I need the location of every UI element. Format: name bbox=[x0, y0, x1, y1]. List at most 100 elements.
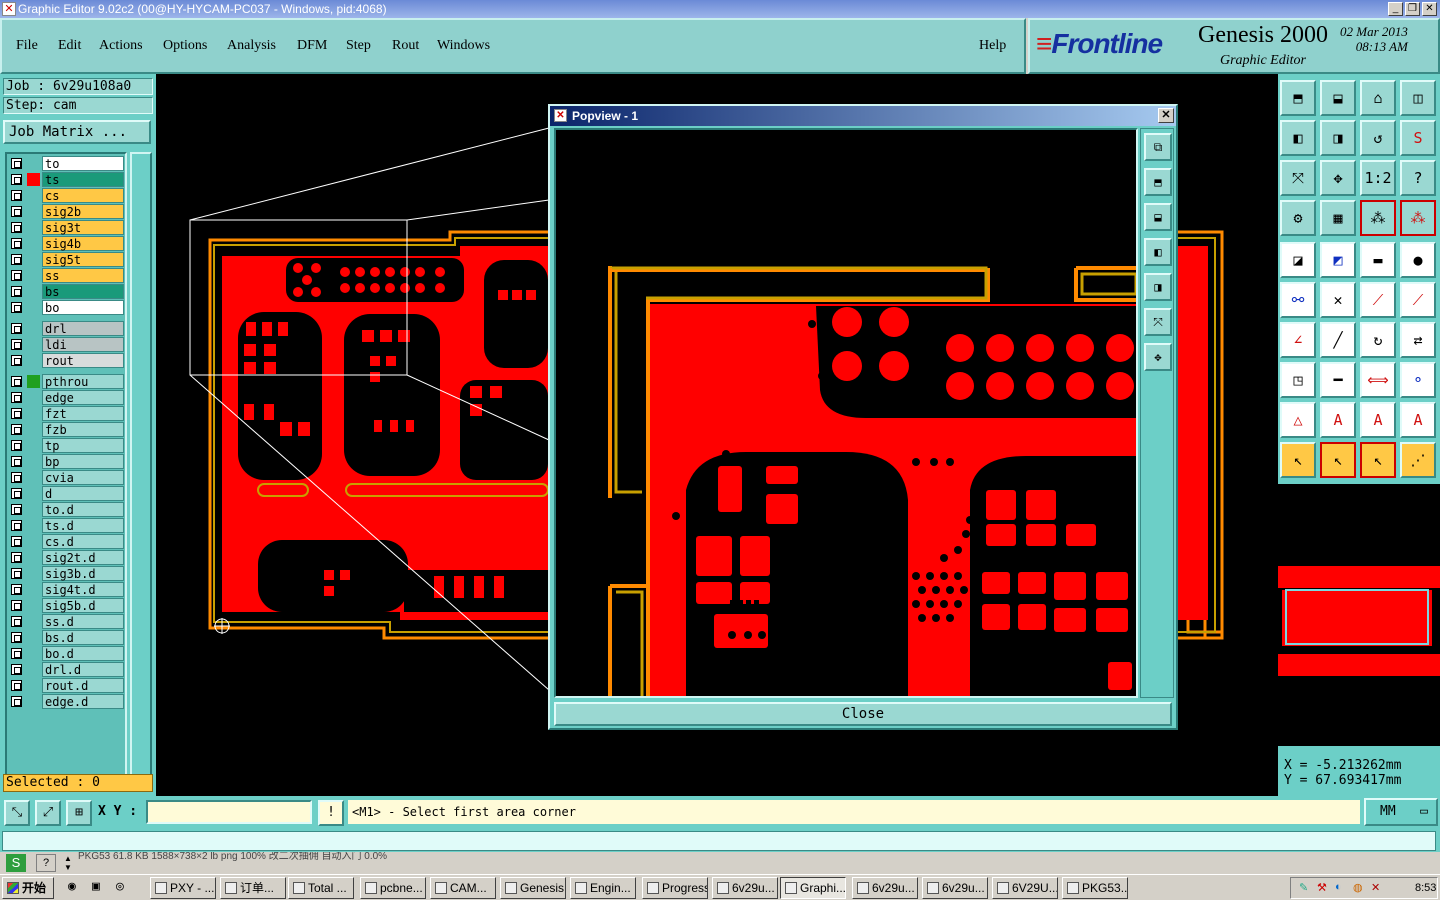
midpoint-icon[interactable]: ━ bbox=[1320, 362, 1356, 398]
layer-checkbox[interactable] bbox=[11, 222, 22, 233]
layer-row-sig3t[interactable]: sig3t bbox=[9, 220, 125, 235]
popview-viewport[interactable] bbox=[554, 128, 1138, 698]
menu-actions[interactable]: Actions bbox=[99, 38, 143, 54]
layer-row-edge[interactable]: edge bbox=[9, 390, 125, 405]
layer-name[interactable]: ldi bbox=[42, 337, 124, 352]
snap-net-red-icon[interactable]: ⁂ bbox=[1400, 200, 1436, 236]
layer-name[interactable]: rout bbox=[42, 353, 124, 368]
layer-checkbox[interactable] bbox=[11, 286, 22, 297]
layer-row-pthrou[interactable]: pthrou bbox=[9, 374, 125, 389]
menu-options[interactable]: Options bbox=[163, 38, 207, 54]
menu-help[interactable]: Help bbox=[979, 38, 1006, 54]
layer-row-fzt[interactable]: fzt bbox=[9, 406, 125, 421]
select-arrow-icon[interactable]: ↖ bbox=[1280, 442, 1316, 478]
layer-checkbox[interactable] bbox=[11, 238, 22, 249]
node-edit-icon[interactable]: ⋰ bbox=[1400, 442, 1436, 478]
task-button[interactable]: Graphi... bbox=[780, 877, 846, 899]
layer-color-swatch[interactable] bbox=[27, 519, 40, 532]
task-button[interactable]: Engin... bbox=[570, 877, 636, 899]
layer-name[interactable]: fzt bbox=[42, 406, 124, 421]
layer-name[interactable]: drl.d bbox=[42, 662, 124, 677]
layer-row-cs-d[interactable]: cs.d bbox=[9, 534, 125, 549]
layer-checkbox[interactable] bbox=[11, 536, 22, 547]
layer-row-cvia[interactable]: cvia bbox=[9, 470, 125, 485]
layer-color-swatch[interactable] bbox=[27, 338, 40, 351]
layer-name[interactable]: bo bbox=[42, 300, 124, 315]
triangle-a-icon[interactable]: △ bbox=[1280, 402, 1316, 438]
layer-checkbox[interactable] bbox=[11, 424, 22, 435]
layer-checkbox[interactable] bbox=[11, 504, 22, 515]
popview-window[interactable]: ✕ Popview - 1 ✕ ⧉ ⬒ ⬓ ◧ ◨ ⤧ ✥ Close bbox=[548, 104, 1178, 730]
menu-edit[interactable]: Edit bbox=[58, 38, 81, 54]
layer-name[interactable]: bs.d bbox=[42, 630, 124, 645]
layer-checkbox[interactable] bbox=[11, 270, 22, 281]
measure-tool-icon[interactable]: ⚙ bbox=[1280, 200, 1316, 236]
layer-color-swatch[interactable] bbox=[27, 471, 40, 484]
layer-color-swatch[interactable] bbox=[27, 599, 40, 612]
select-arrow-box-icon[interactable]: ↖ bbox=[1320, 442, 1356, 478]
layer-row-cs[interactable]: cs bbox=[9, 188, 125, 203]
layer-color-swatch[interactable] bbox=[27, 221, 40, 234]
desktop-icon[interactable]: ▣ bbox=[92, 879, 100, 894]
help-query-small-icon[interactable]: ? bbox=[36, 854, 56, 872]
popview-home-down-icon[interactable]: ⬓ bbox=[1144, 203, 1172, 231]
layer-checkbox[interactable] bbox=[11, 408, 22, 419]
layer-row-bs-d[interactable]: bs.d bbox=[9, 630, 125, 645]
layer-checkbox[interactable] bbox=[11, 584, 22, 595]
menu-rout[interactable]: Rout bbox=[392, 38, 419, 54]
tray-tool-icon[interactable]: ⚒ bbox=[1317, 881, 1327, 894]
zoom-back-icon[interactable]: ↺ bbox=[1360, 120, 1396, 156]
layer-color-swatch[interactable] bbox=[27, 189, 40, 202]
tray-pen-icon[interactable]: ✎ bbox=[1299, 881, 1308, 894]
layer-row-ldi[interactable]: ldi bbox=[9, 337, 125, 352]
task-button[interactable]: PKG53... bbox=[1062, 877, 1128, 899]
layer-checkbox[interactable] bbox=[11, 616, 22, 627]
layer-row-ss[interactable]: ss bbox=[9, 268, 125, 283]
layer-color-swatch[interactable] bbox=[27, 322, 40, 335]
layer-row-bo-d[interactable]: bo.d bbox=[9, 646, 125, 661]
popview-close-x-button[interactable]: ✕ bbox=[1158, 108, 1174, 123]
layer-checkbox[interactable] bbox=[11, 254, 22, 265]
layer-checkbox[interactable] bbox=[11, 664, 22, 675]
layer-checkbox[interactable] bbox=[11, 600, 22, 611]
close-window-button[interactable]: ✕ bbox=[1422, 2, 1437, 16]
layer-row-rout[interactable]: rout bbox=[9, 353, 125, 368]
zoom-fit-icon[interactable]: ⤧ bbox=[1280, 160, 1316, 196]
layer-color-swatch[interactable] bbox=[27, 157, 40, 170]
layer-row-ts[interactable]: ts bbox=[9, 172, 125, 187]
layer-row-ts-d[interactable]: ts.d bbox=[9, 518, 125, 533]
layer-row-sig3b-d[interactable]: sig3b.d bbox=[9, 566, 125, 581]
layer-row-fzb[interactable]: fzb bbox=[9, 422, 125, 437]
layer-checkbox[interactable] bbox=[11, 520, 22, 531]
layer-checkbox[interactable] bbox=[11, 206, 22, 217]
layer-checkbox[interactable] bbox=[11, 472, 22, 483]
arc-cw-icon[interactable]: ↻ bbox=[1360, 322, 1396, 358]
task-button[interactable]: 6V29U... bbox=[992, 877, 1058, 899]
layer-name[interactable]: sig4b bbox=[42, 236, 124, 251]
pads-icon[interactable]: ⚬ bbox=[1400, 362, 1436, 398]
round-pad-icon[interactable]: ● bbox=[1400, 242, 1436, 278]
layer-row-ss-d[interactable]: ss.d bbox=[9, 614, 125, 629]
layer-color-swatch[interactable] bbox=[27, 354, 40, 367]
message-field[interactable] bbox=[2, 831, 1436, 851]
folder-icon[interactable]: ◎ bbox=[116, 879, 124, 894]
layer-name[interactable]: to.d bbox=[42, 502, 124, 517]
layer-row-bp[interactable]: bp bbox=[9, 454, 125, 469]
menu-file[interactable]: File bbox=[16, 38, 38, 54]
layer-name[interactable]: edge bbox=[42, 390, 124, 405]
layer-row-sig5t[interactable]: sig5t bbox=[9, 252, 125, 267]
layer-row-sig2b[interactable]: sig2b bbox=[9, 204, 125, 219]
layer-row-drl[interactable]: drl bbox=[9, 321, 125, 336]
job-matrix-button[interactable]: Job Matrix ... bbox=[3, 120, 151, 144]
ie-icon[interactable]: ◉ bbox=[68, 879, 76, 894]
xy-input[interactable] bbox=[146, 800, 312, 824]
select-arrow-yellow-icon[interactable]: ↖ bbox=[1360, 442, 1396, 478]
layer-color-swatch[interactable] bbox=[27, 535, 40, 548]
layer-checkbox[interactable] bbox=[11, 158, 22, 169]
layer-name[interactable]: sig5b.d bbox=[42, 598, 124, 613]
layer-row-tp[interactable]: tp bbox=[9, 438, 125, 453]
add-line-red-icon[interactable]: ◩ bbox=[1320, 242, 1356, 278]
layer-checkbox[interactable] bbox=[11, 174, 22, 185]
layer-name[interactable]: d bbox=[42, 486, 124, 501]
window-split-icon[interactable]: ◫ bbox=[1400, 80, 1436, 116]
